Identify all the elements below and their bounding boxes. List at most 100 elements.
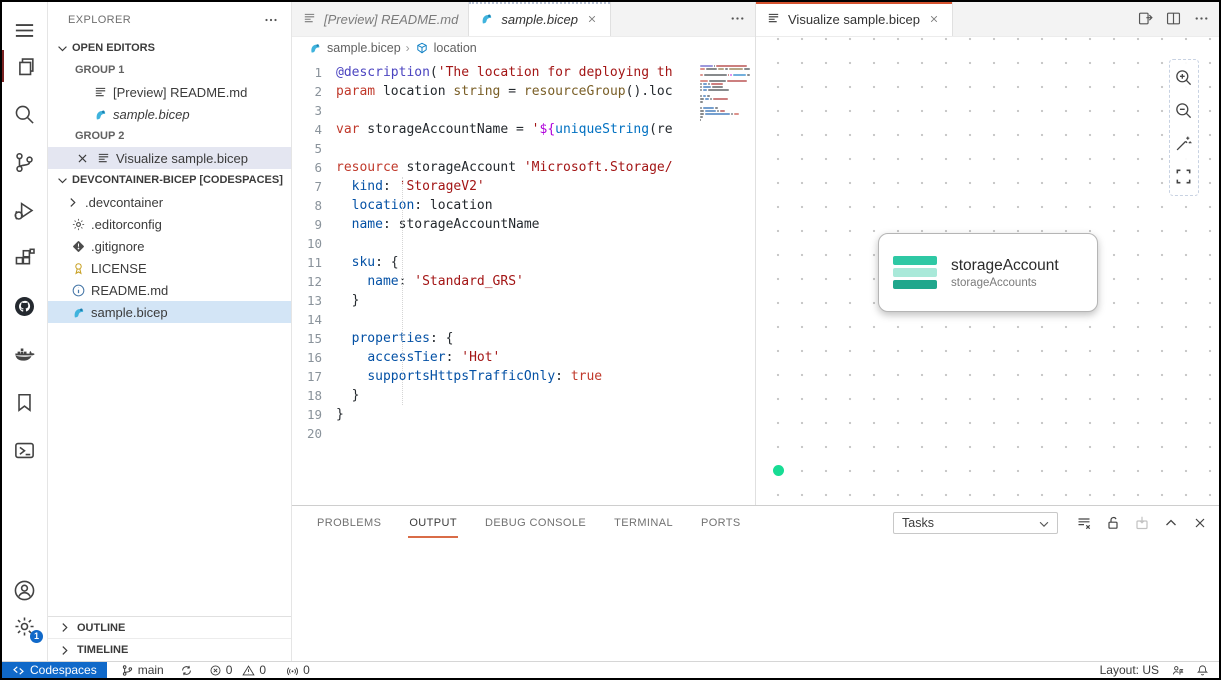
section-open-editors[interactable]: OPEN EDITORS [48, 37, 291, 59]
-devcontainer[interactable]: .devcontainer [48, 191, 291, 213]
activity-bookmarks-button[interactable] [2, 382, 47, 422]
open-preview-icon[interactable] [1137, 10, 1155, 28]
group-1[interactable]: GROUP 1 [48, 59, 291, 81]
panel-tab-ports[interactable]: PORTS [700, 508, 742, 538]
breadcrumb-location[interactable]: location [415, 41, 477, 56]
split-editor-icon[interactable] [1165, 10, 1183, 28]
minimap[interactable] [700, 65, 752, 125]
section-devcontainer-bicep-codespaces-[interactable]: DEVCONTAINER-BICEP [CODESPACES] [48, 169, 291, 191]
more-icon[interactable] [729, 10, 747, 28]
activity-docker-button[interactable] [2, 334, 47, 374]
sidebar-section-timeline[interactable]: TIMELINE [48, 639, 291, 661]
activity-files-button[interactable] [2, 46, 47, 86]
feedback-button[interactable] [1165, 664, 1190, 677]
preview-doc-icon [302, 11, 318, 27]
account-icon [13, 579, 36, 602]
code-line-20[interactable]: 20 [292, 424, 697, 443]
tab--preview-readme-md[interactable]: [Preview] README.md [292, 2, 469, 36]
-editorconfig[interactable]: .editorconfig [48, 213, 291, 235]
line-content: var storageAccountName = '${uniqueString… [336, 120, 697, 139]
activity-powershell-button[interactable] [2, 430, 47, 470]
code-line-3[interactable]: 3 [292, 101, 697, 120]
editor-and-panel: [Preview] README.mdsample.bicep sample.b… [292, 2, 1219, 661]
code-line-4[interactable]: 4var storageAccountName = '${uniqueStrin… [292, 120, 697, 139]
more-actions-icon[interactable] [263, 12, 279, 28]
tab-sample-bicep[interactable]: sample.bicep [469, 2, 611, 36]
code-line-7[interactable]: 7 kind: 'StorageV2' [292, 177, 697, 196]
code-line-13[interactable]: 13 } [292, 291, 697, 310]
code-line-6[interactable]: 6resource storageAccount 'Microsoft.Stor… [292, 158, 697, 177]
wand-icon[interactable] [1174, 134, 1194, 154]
run-debug-icon [13, 199, 36, 222]
code-editor[interactable]: 1@description('The location for deployin… [292, 59, 755, 505]
breadcrumb[interactable]: sample.bicep›location [292, 37, 755, 59]
activity-run-debug-button[interactable] [2, 190, 47, 230]
code-line-9[interactable]: 9 name: storageAccountName [292, 215, 697, 234]
ports-button[interactable]: 0 [280, 662, 316, 678]
group-2[interactable]: GROUP 2 [48, 125, 291, 147]
code-line-8[interactable]: 8 location: location [292, 196, 697, 215]
unlock-icon[interactable] [1105, 515, 1122, 532]
code-line-16[interactable]: 16 accessTier: 'Hot' [292, 348, 697, 367]
activity-source-control-button[interactable] [2, 142, 47, 182]
menu-icon [13, 19, 36, 42]
panel-tab-terminal[interactable]: TERMINAL [613, 508, 674, 538]
notifications-button[interactable] [1190, 664, 1219, 677]
line-content [336, 234, 697, 253]
row-label: [Preview] README.md [113, 85, 247, 100]
-preview-readme-md[interactable]: [Preview] README.md [48, 81, 291, 103]
code-line-14[interactable]: 14 [292, 310, 697, 329]
visualizer-canvas[interactable]: storageAccount storageAccounts [756, 37, 1219, 505]
zoom-out-icon[interactable] [1174, 101, 1194, 121]
tab-close-icon[interactable] [584, 11, 600, 27]
more-icon[interactable] [1193, 10, 1211, 28]
activity-extensions-button[interactable] [2, 238, 47, 278]
activity-account-button[interactable] [2, 570, 47, 610]
activity-github-button[interactable] [2, 286, 47, 326]
code-line-2[interactable]: 2param location string = resourceGroup()… [292, 82, 697, 101]
-gitignore[interactable]: .gitignore [48, 235, 291, 257]
code-line-15[interactable]: 15 properties: { [292, 329, 697, 348]
activity-settings-gear-button[interactable]: 1 [2, 606, 47, 646]
fit-screen-icon[interactable] [1174, 167, 1194, 187]
activity-menu-button[interactable] [2, 10, 47, 50]
code-line-10[interactable]: 10 [292, 234, 697, 253]
clear-output-icon[interactable] [1076, 515, 1093, 532]
output-channel-select[interactable]: Tasks [893, 512, 1058, 534]
close-panel-icon[interactable] [1192, 515, 1209, 532]
license[interactable]: LICENSE [48, 257, 291, 279]
branch-button[interactable]: main [115, 662, 170, 678]
line-number: 15 [292, 329, 336, 348]
close-icon[interactable] [74, 150, 90, 166]
code-line-1[interactable]: 1@description('The location for deployin… [292, 63, 697, 82]
code-line-11[interactable]: 11 sku: { [292, 253, 697, 272]
panel-tab-output[interactable]: OUTPUT [408, 508, 458, 538]
sync-button[interactable] [174, 662, 199, 678]
output-content[interactable] [292, 540, 1219, 661]
storage-icon-bar-top [893, 256, 937, 265]
chevron-down-icon [1037, 516, 1051, 530]
sample-bicep[interactable]: sample.bicep [48, 301, 291, 323]
tab-close-icon[interactable] [926, 11, 942, 27]
sidebar-section-outline[interactable]: OUTLINE [48, 617, 291, 639]
sample-bicep[interactable]: sample.bicep [48, 103, 291, 125]
code-line-19[interactable]: 19} [292, 405, 697, 424]
code-line-5[interactable]: 5 [292, 139, 697, 158]
breadcrumb-sample-bicep[interactable]: sample.bicep [308, 41, 401, 56]
panel-tab-problems[interactable]: PROBLEMS [316, 508, 382, 538]
problems-button[interactable]: 0 0 [203, 662, 272, 678]
storage-account-node[interactable]: storageAccount storageAccounts [878, 233, 1098, 312]
zoom-in-icon[interactable] [1174, 68, 1194, 88]
code-line-18[interactable]: 18 } [292, 386, 697, 405]
panel-tab-debug-console[interactable]: DEBUG CONSOLE [484, 508, 587, 538]
keyboard-layout-button[interactable]: Layout: US [1094, 663, 1165, 677]
codespaces-remote-button[interactable]: Codespaces [2, 662, 107, 678]
code-line-12[interactable]: 12 name: 'Standard_GRS' [292, 272, 697, 291]
tab-visualize-sample-bicep[interactable]: Visualize sample.bicep [756, 2, 953, 36]
code-line-17[interactable]: 17 supportsHttpsTrafficOnly: true [292, 367, 697, 386]
readme-md[interactable]: README.md [48, 279, 291, 301]
activity-search-button[interactable] [2, 94, 47, 134]
github-icon [13, 295, 36, 318]
maximize-panel-icon[interactable] [1163, 515, 1180, 532]
visualize-sample-bicep[interactable]: Visualize sample.bicep [48, 147, 291, 169]
